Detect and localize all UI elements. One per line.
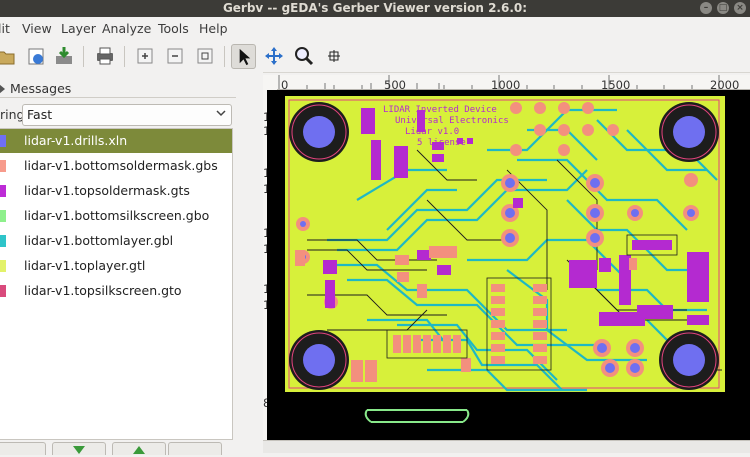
revert-icon [28, 48, 44, 65]
zoom-fit-button[interactable] [193, 44, 217, 68]
zoom-in-button[interactable] [133, 44, 157, 68]
toolbar [0, 41, 750, 73]
gerber-canvas[interactable]: LIDAR Inverted Device Universal Electron… [267, 90, 750, 440]
menu-edit[interactable]: lit [0, 21, 10, 36]
zoom-out-button[interactable] [163, 44, 187, 68]
layer-list: lidar-v1.drills.xln lidar-v1.bottomsolde… [0, 128, 233, 440]
measure-tool-button[interactable] [322, 44, 346, 68]
revert-button[interactable] [24, 44, 48, 68]
horizontal-scrollbar[interactable] [263, 440, 750, 453]
window-title: Gerbv -- gEDA's Gerber Viewer version 2.… [222, 1, 528, 15]
menu-help[interactable]: Help [199, 21, 228, 36]
pointer-tool-icon [239, 48, 251, 66]
pan-tool-button[interactable] [262, 44, 286, 68]
tab-divider [0, 97, 236, 98]
tab-messages[interactable]: Messages [10, 81, 71, 96]
save-icon [56, 47, 72, 64]
toolbar-separator [124, 46, 125, 67]
title-bar: Gerbv -- gEDA's Gerber Viewer version 2.… [0, 0, 750, 17]
chevron-down-icon [216, 110, 226, 117]
board-text: Lidar v1.0 [405, 127, 459, 137]
save-button[interactable] [52, 44, 76, 68]
menu-tools[interactable]: Tools [158, 21, 189, 36]
minimize-button[interactable]: – [700, 2, 712, 14]
tab-arrow-icon [0, 84, 5, 94]
menu-analyze[interactable]: Analyze [102, 21, 151, 36]
layer-row[interactable]: lidar-v1.drills.xln [0, 129, 232, 153]
add-layer-button[interactable] [0, 442, 46, 455]
print-icon [97, 47, 113, 65]
layer-name: lidar-v1.toplayer.gtl [24, 258, 146, 273]
layer-name: lidar-v1.bottomlayer.gbl [24, 233, 174, 248]
pane-divider[interactable] [236, 72, 263, 452]
arrow-up-icon [133, 446, 145, 454]
render-mode-value: Fast [27, 107, 53, 122]
remove-layer-button[interactable] [168, 442, 222, 455]
menu-layer[interactable]: Layer [61, 21, 96, 36]
layer-color-swatch[interactable] [0, 260, 6, 272]
layer-row[interactable]: lidar-v1.topsilkscreen.gto [0, 279, 232, 303]
layer-row[interactable]: lidar-v1.toplayer.gtl [0, 254, 232, 278]
zoom-fit-icon [197, 48, 213, 64]
board-text: Universal Electronics [395, 116, 509, 126]
close-button[interactable]: × [734, 2, 746, 14]
open-icon [0, 51, 15, 65]
print-button[interactable] [93, 44, 117, 68]
connector-silk [364, 409, 470, 423]
toolbar-separator [224, 46, 225, 67]
open-button[interactable] [0, 44, 18, 68]
zoom-tool-icon [295, 47, 314, 66]
zoom-out-icon [167, 48, 183, 64]
layer-row[interactable]: lidar-v1.topsoldermask.gts [0, 179, 232, 203]
pcb-render: LIDAR Inverted Device Universal Electron… [285, 96, 725, 423]
toolbar-separator [83, 46, 84, 67]
layer-color-swatch[interactable] [0, 185, 6, 197]
zoom-tool-button[interactable] [292, 44, 316, 68]
board-text: 5 license [417, 138, 466, 148]
layer-row[interactable]: lidar-v1.bottomlayer.gbl [0, 229, 232, 253]
menu-bar: lit View Layer Analyze Tools Help [0, 17, 750, 42]
maximize-button[interactable]: □ [717, 2, 729, 14]
layer-color-swatch[interactable] [0, 210, 6, 222]
layer-color-swatch[interactable] [0, 285, 6, 297]
measure-tool-icon [328, 50, 340, 62]
layer-name: lidar-v1.topsilkscreen.gto [24, 283, 182, 298]
horizontal-ruler: 0 500 1000 1500 2000 [263, 75, 750, 92]
layer-name: lidar-v1.bottomsilkscreen.gbo [24, 208, 210, 223]
layer-color-swatch[interactable] [0, 235, 6, 247]
pan-tool-icon [265, 47, 283, 65]
layer-row[interactable]: lidar-v1.bottomsilkscreen.gbo [0, 204, 232, 228]
pointer-tool-button[interactable] [231, 44, 256, 69]
menu-view[interactable]: View [22, 21, 52, 36]
board-text: LIDAR Inverted Device [383, 105, 497, 115]
layer-button-bar [0, 442, 236, 455]
zoom-in-icon [137, 48, 153, 64]
move-layer-up-button[interactable] [112, 442, 166, 455]
move-layer-down-button[interactable] [52, 442, 106, 455]
layer-panel: Messages ring: Fast lidar-v1.drills.xln … [0, 72, 236, 452]
layer-color-swatch[interactable] [0, 135, 6, 147]
layer-color-swatch[interactable] [0, 160, 6, 172]
layer-name: lidar-v1.drills.xln [24, 133, 128, 148]
layer-name: lidar-v1.bottomsoldermask.gbs [24, 158, 218, 173]
layer-name: lidar-v1.topsoldermask.gts [24, 183, 190, 198]
layer-row[interactable]: lidar-v1.bottomsoldermask.gbs [0, 154, 232, 178]
arrow-down-icon [73, 446, 85, 454]
render-mode-select[interactable]: Fast [22, 104, 232, 126]
